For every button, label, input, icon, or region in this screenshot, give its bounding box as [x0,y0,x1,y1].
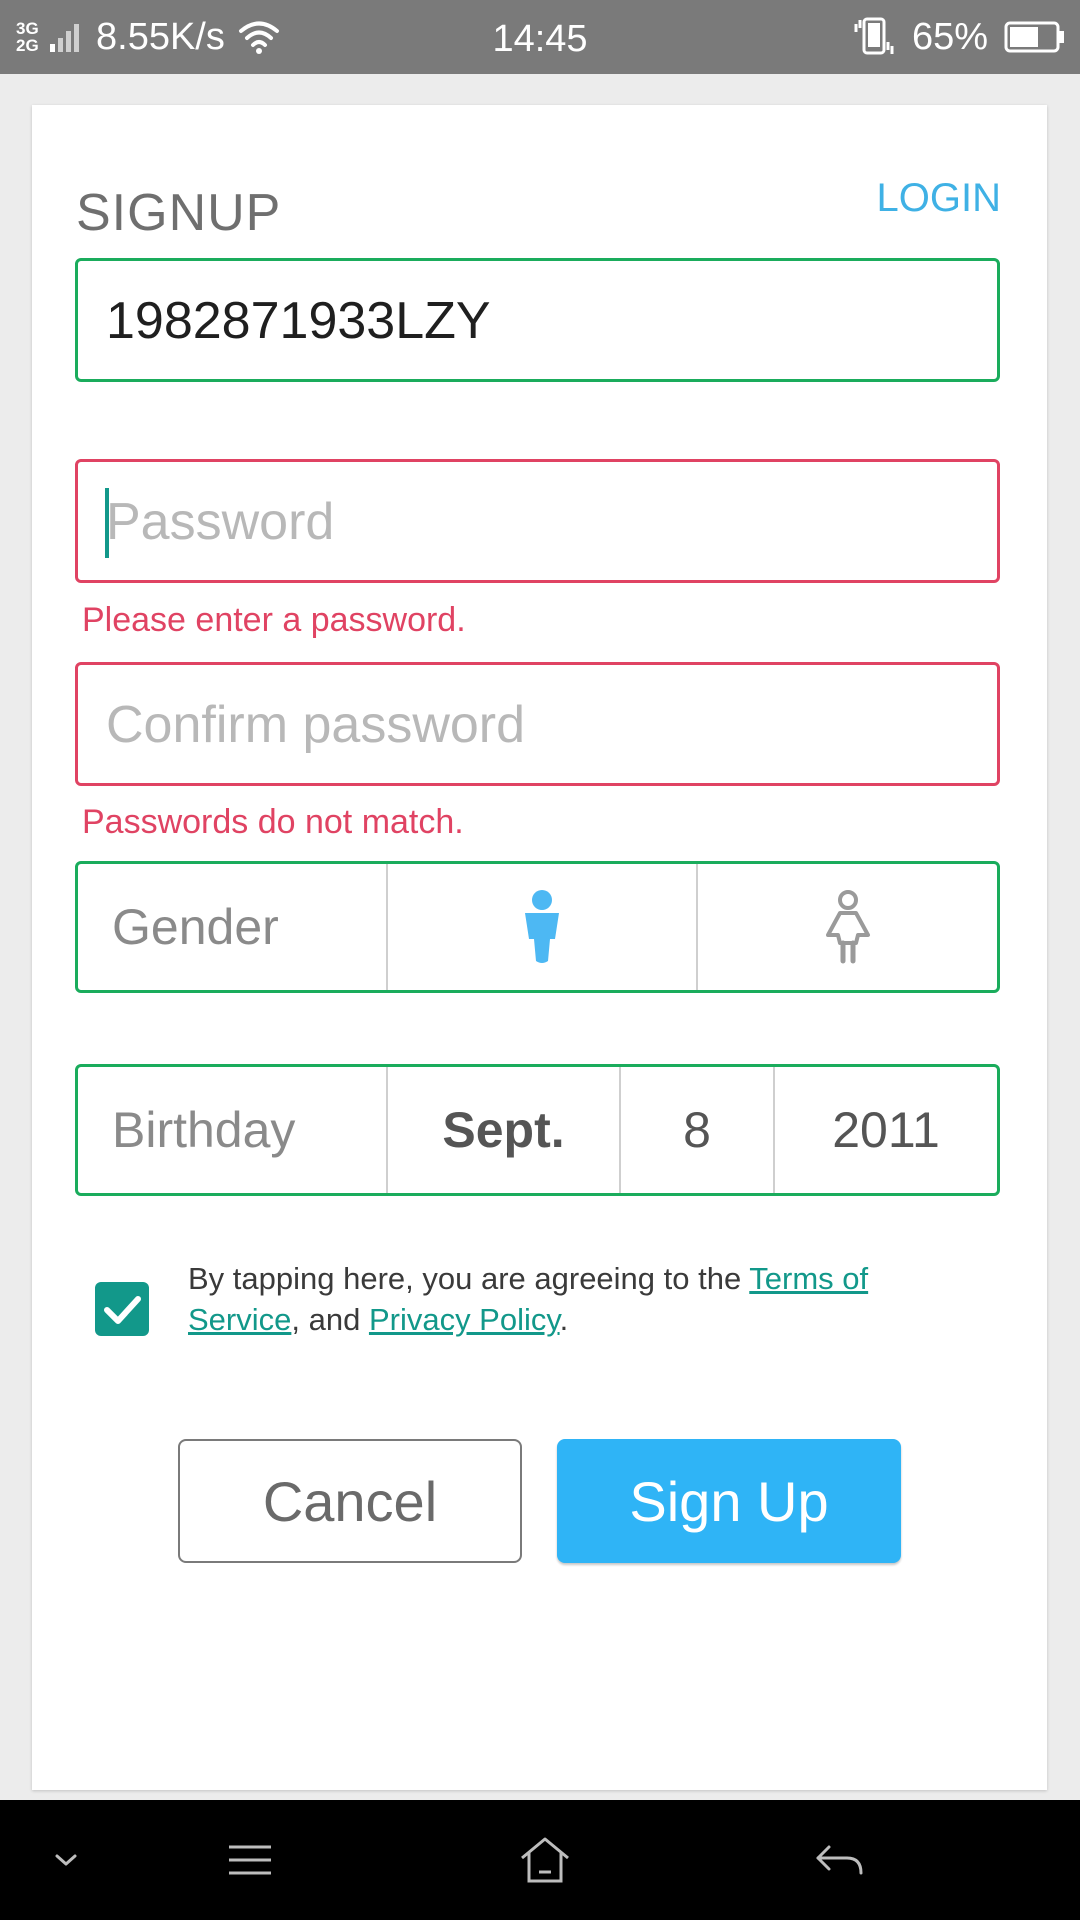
terms-text-before: By tapping here, you are agreeing to the [188,1261,750,1296]
page-title: SIGNUP [76,184,282,242]
nav-menu-button[interactable] [210,1800,290,1920]
birthday-selector: Birthday Sept. 8 2011 [75,1064,1000,1196]
signup-card: SIGNUP LOGIN 1982871933LZY Password Plea… [32,105,1047,1790]
birthday-year[interactable]: 2011 [775,1067,997,1193]
username-field[interactable]: 1982871933LZY [75,258,1000,382]
password-error: Please enter a password. [82,601,466,639]
password-placeholder: Password [106,493,335,551]
male-icon [525,890,559,963]
confirm-password-error: Passwords do not match. [82,803,464,841]
signup-button[interactable]: Sign Up [557,1439,901,1563]
home-icon [521,1837,569,1883]
confirm-password-placeholder: Confirm password [106,696,526,754]
gender-option-female[interactable] [698,864,997,990]
nav-home-button[interactable] [500,1800,590,1920]
nav-collapse-button[interactable] [36,1800,96,1920]
battery-icon [1004,21,1064,53]
female-icon [825,890,870,964]
gender-option-male[interactable] [388,864,698,990]
confirm-password-field[interactable]: Confirm password [75,662,1000,786]
birthday-label: Birthday [78,1067,388,1193]
birthday-day[interactable]: 8 [621,1067,775,1193]
status-bar: 3G 2G 8.55K/s 14:45 65% [0,0,1080,74]
password-field[interactable]: Password [75,459,1000,583]
vibrate-icon [854,17,894,55]
checkmark-icon [104,1296,141,1324]
nav-back-button[interactable] [800,1800,880,1920]
terms-text-after: . [559,1302,569,1337]
navigation-bar [0,1800,1080,1920]
battery-level: 65% [912,16,989,58]
menu-icon [229,1845,271,1875]
privacy-policy-link[interactable]: Privacy Policy [369,1302,560,1337]
birthday-month[interactable]: Sept. [388,1067,621,1193]
terms-checkbox[interactable] [95,1282,149,1336]
login-link[interactable]: LOGIN [877,175,1001,221]
chevron-down-icon [55,1854,77,1866]
gender-label: Gender [78,864,388,990]
terms-text: By tapping here, you are agreeing to the… [188,1258,988,1340]
cancel-button[interactable]: Cancel [178,1439,522,1563]
terms-text-middle: , and [291,1302,369,1337]
username-value: 1982871933LZY [106,292,491,350]
back-icon [816,1845,863,1875]
gender-selector: Gender [75,861,1000,993]
